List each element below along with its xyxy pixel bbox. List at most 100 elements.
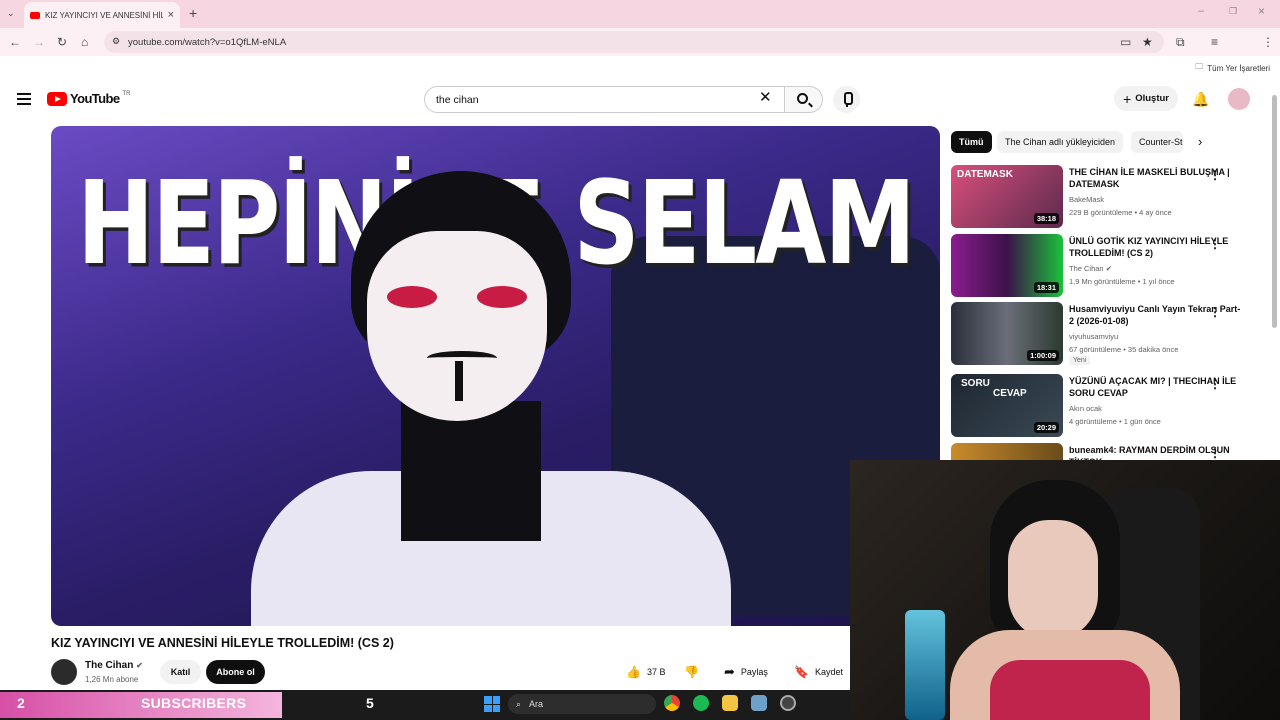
like-button[interactable]: 👍 37 B — [626, 660, 665, 684]
rec-thumbnail[interactable]: 1:00:09 — [951, 302, 1063, 365]
app-icon[interactable] — [751, 695, 767, 711]
chip-counter-strike[interactable]: Counter-Strike — [1131, 131, 1183, 153]
rec-more-icon[interactable]: ⋮ — [1209, 237, 1221, 251]
video-title: KIZ YAYINCIYI VE ANNESİNİ HİLEYLE TROLLE… — [51, 636, 394, 650]
taskbar-search-input[interactable]: ⌕ Ara — [508, 694, 656, 714]
logo-text: YouTube — [70, 91, 120, 106]
home-icon[interactable]: ⌂ — [81, 35, 88, 49]
search-input[interactable]: the cihan — [424, 86, 788, 113]
windows-start-icon[interactable] — [484, 696, 500, 712]
channel-avatar[interactable] — [51, 659, 77, 685]
subscriber-current: 2 — [17, 695, 25, 711]
rec-more-icon[interactable]: ⋮ — [1209, 446, 1221, 460]
recommendation-item[interactable]: SORU CEVAP 20:29 YÜZÜNÜ AÇACAK MI? | THE… — [951, 374, 1261, 438]
youtube-logo[interactable]: YouTube TR — [47, 91, 130, 106]
rec-channel[interactable]: Akın ocak — [1069, 404, 1102, 413]
new-tab-icon[interactable]: + — [189, 5, 197, 21]
folder-icon: 🗀 — [1195, 62, 1204, 71]
rec-more-icon[interactable]: ⋮ — [1209, 305, 1221, 319]
file-explorer-icon[interactable] — [722, 695, 738, 711]
spotify-icon[interactable] — [693, 695, 709, 711]
voice-search-icon[interactable] — [833, 86, 860, 113]
rec-meta: 67 görüntüleme • 35 dakika önce — [1069, 345, 1179, 354]
share-icon: ➦ — [724, 664, 735, 679]
obs-icon[interactable] — [780, 695, 796, 711]
tab-search-icon[interactable]: ⌄ — [7, 8, 15, 19]
rec-meta: 229 B görüntüleme • 4 ay önce — [1069, 208, 1172, 217]
verified-icon: ✔ — [1105, 264, 1112, 273]
site-info-icon[interactable]: ⚙ — [112, 36, 120, 47]
create-label: Oluştur — [1135, 93, 1169, 104]
forward-icon[interactable]: → — [33, 35, 45, 49]
extensions-icon[interactable]: ⧉ — [1176, 35, 1185, 49]
minimize-icon[interactable]: – — [1198, 5, 1204, 17]
reload-icon[interactable]: ↻ — [57, 35, 67, 49]
cast-icon[interactable]: ▭ — [1120, 35, 1131, 49]
save-button[interactable]: 🔖 Kaydet — [794, 660, 843, 684]
verified-icon: ✔ — [136, 661, 143, 670]
clear-search-icon[interactable]: ✕ — [759, 90, 772, 106]
address-bar[interactable]: ⚙ youtube.com/watch?v=o1QfLM-eNLA — [104, 31, 1164, 53]
all-bookmarks[interactable]: 🗀 Tüm Yer İşaretleri — [1195, 61, 1270, 75]
browser-tab[interactable]: KIZ YAYINCIYI VE ANNESİNİ HİLEYLE × — [24, 2, 180, 28]
streamer-top — [990, 660, 1150, 720]
rec-thumbnail[interactable]: DATEMASK 38:18 — [951, 165, 1063, 228]
share-button[interactable]: ➦ Paylaş — [724, 660, 768, 684]
rec-more-icon[interactable]: ⋮ — [1209, 377, 1221, 391]
browser-toolbar: ← → ↻ ⌂ ⚙ youtube.com/watch?v=o1QfLM-eNL… — [0, 28, 1280, 76]
video-player[interactable]: HEPİNİZE SELAM — [51, 126, 940, 626]
search-icon — [797, 93, 808, 104]
subscriber-count: 1,26 Mn abone — [85, 675, 139, 684]
rec-channel[interactable]: viyuhusamviyu — [1069, 332, 1118, 341]
hamburger-menu-icon[interactable] — [17, 93, 31, 105]
duration-badge: 18:31 — [1033, 282, 1059, 293]
plus-icon: + — [1123, 90, 1132, 107]
rec-thumbnail[interactable]: 18:31 — [951, 234, 1063, 297]
menu-kebab-icon[interactable]: ⋮ — [1262, 35, 1274, 49]
back-icon[interactable]: ← — [9, 35, 21, 49]
page-scrollbar[interactable] — [1272, 95, 1277, 328]
close-window-icon[interactable]: × — [1258, 4, 1265, 18]
browser-tab-strip: ⌄ KIZ YAYINCIYI VE ANNESİNİ HİLEYLE × + … — [0, 0, 1280, 28]
chip-from-uploader[interactable]: The Cihan adlı yükleyiciden — [997, 131, 1124, 153]
rec-more-icon[interactable]: ⋮ — [1209, 168, 1221, 182]
bookmark-star-icon[interactable]: ★ — [1142, 35, 1153, 49]
close-tab-icon[interactable]: × — [168, 9, 174, 21]
rec-thumbnail[interactable]: SORU CEVAP 20:29 — [951, 374, 1063, 437]
duration-badge: 1:00:09 — [1027, 350, 1059, 361]
create-button[interactable]: + Oluştur — [1114, 86, 1178, 111]
thumbs-up-icon: 👍 — [626, 665, 641, 679]
youtube-play-icon — [47, 91, 67, 106]
guy-fawkes-mask — [367, 231, 547, 421]
dislike-button[interactable]: 👎 — [684, 660, 699, 684]
youtube-favicon-icon — [30, 11, 40, 19]
subscribe-button[interactable]: Abone ol — [206, 660, 265, 684]
rec-channel[interactable]: BakeMask — [1069, 195, 1104, 204]
share-label: Paylaş — [740, 667, 768, 677]
duration-badge: 20:29 — [1033, 422, 1059, 433]
recommendation-item[interactable]: 1:00:09 Husamviyuviyu Canlı Yayın Tekrar… — [951, 302, 1261, 366]
rec-thumbnail[interactable] — [951, 443, 1063, 460]
masked-person — [251, 171, 731, 626]
reading-list-icon[interactable]: ≡ — [1211, 35, 1218, 49]
chip-all[interactable]: Tümü — [951, 131, 992, 153]
new-badge: Yeni — [1069, 356, 1091, 365]
join-button[interactable]: Katıl — [160, 660, 201, 684]
restore-icon[interactable]: ❐ — [1229, 6, 1237, 17]
recommendation-item[interactable]: DATEMASK 38:18 THE CİHAN İLE MASKELİ BUL… — [951, 165, 1261, 229]
chrome-app-icon[interactable] — [664, 695, 680, 711]
account-avatar[interactable] — [1228, 88, 1250, 110]
search-button[interactable] — [784, 86, 823, 113]
recommendation-item[interactable]: 18:31 ÜNLÜ GOTİK KIZ YAYINCIYI HİLEYLE T… — [951, 234, 1261, 298]
channel-name[interactable]: The Cihan ✔ — [85, 660, 143, 671]
webcam-overlay — [850, 460, 1280, 720]
chips-next-icon[interactable]: › — [1198, 134, 1202, 149]
neck-cover — [401, 401, 541, 541]
channel-name-text: The Cihan — [85, 660, 134, 671]
recommendation-item[interactable]: buneamk4: RAYMAN DERDİM OLSUN TİKTOK ⋮ — [951, 443, 1261, 460]
save-label: Kaydet — [814, 667, 843, 677]
rec-channel[interactable]: The Cihan ✔ — [1069, 264, 1112, 273]
subscriber-goal: 5 — [366, 695, 374, 711]
rec-channel-text: The Cihan — [1069, 264, 1104, 273]
notifications-bell-icon[interactable]: 🔔 — [1192, 91, 1209, 108]
